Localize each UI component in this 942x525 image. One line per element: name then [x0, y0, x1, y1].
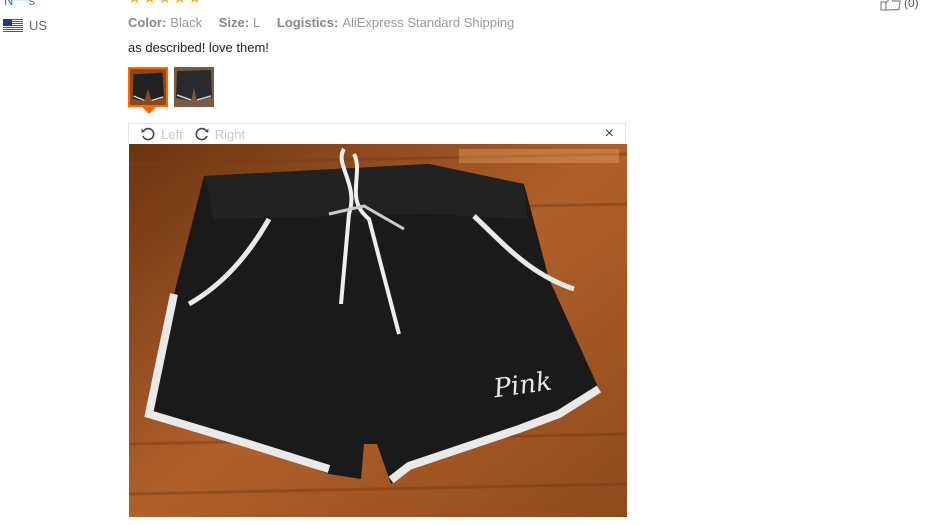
reviewer-country: US [3, 18, 47, 33]
review-text: as described! love them! [128, 40, 269, 55]
us-flag-icon [3, 19, 23, 32]
rotate-left-button[interactable]: Left [140, 126, 183, 142]
attr-key-color: Color: [128, 15, 167, 30]
attr-key-logistics: Logistics: [276, 15, 339, 30]
star-icon: ★ [158, 0, 172, 6]
thumbs-up-icon [880, 0, 901, 11]
review-photo-thumbnails [128, 67, 214, 107]
star-icon: ★ [188, 0, 202, 6]
attr-value-size: L [253, 15, 261, 30]
order-attributes: Color: Black Size: L Logistics: AliExpress … [128, 15, 527, 30]
active-thumbnail-pointer [142, 107, 156, 114]
photo-thumbnail[interactable] [128, 67, 168, 107]
rotate-right-icon [195, 127, 209, 141]
helpful-button[interactable]: (0) [880, 0, 919, 11]
rotate-left-label: Left [161, 126, 183, 142]
helpful-count: (0) [904, 0, 919, 10]
close-viewer-button[interactable]: × [605, 125, 614, 143]
attr-key-size: Size: [218, 15, 250, 30]
image-viewer-toolbar: Left Right × [128, 123, 626, 144]
reviewer-name: N***s [4, 0, 36, 8]
country-code: US [29, 18, 48, 33]
attr-value-color: Black [170, 15, 203, 30]
star-rating: ★ ★ ★ ★ ★ [128, 0, 202, 6]
rotate-left-icon [141, 127, 155, 141]
rotate-right-button[interactable]: Right [194, 126, 245, 142]
star-icon: ★ [143, 0, 157, 6]
photo-thumbnail[interactable] [174, 67, 214, 107]
review-photo-large: Pink [129, 144, 627, 517]
attr-value-logistics: AliExpress Standard Shipping [342, 15, 515, 30]
rotate-right-label: Right [214, 126, 246, 142]
star-icon: ★ [173, 0, 187, 6]
star-icon: ★ [128, 0, 142, 6]
